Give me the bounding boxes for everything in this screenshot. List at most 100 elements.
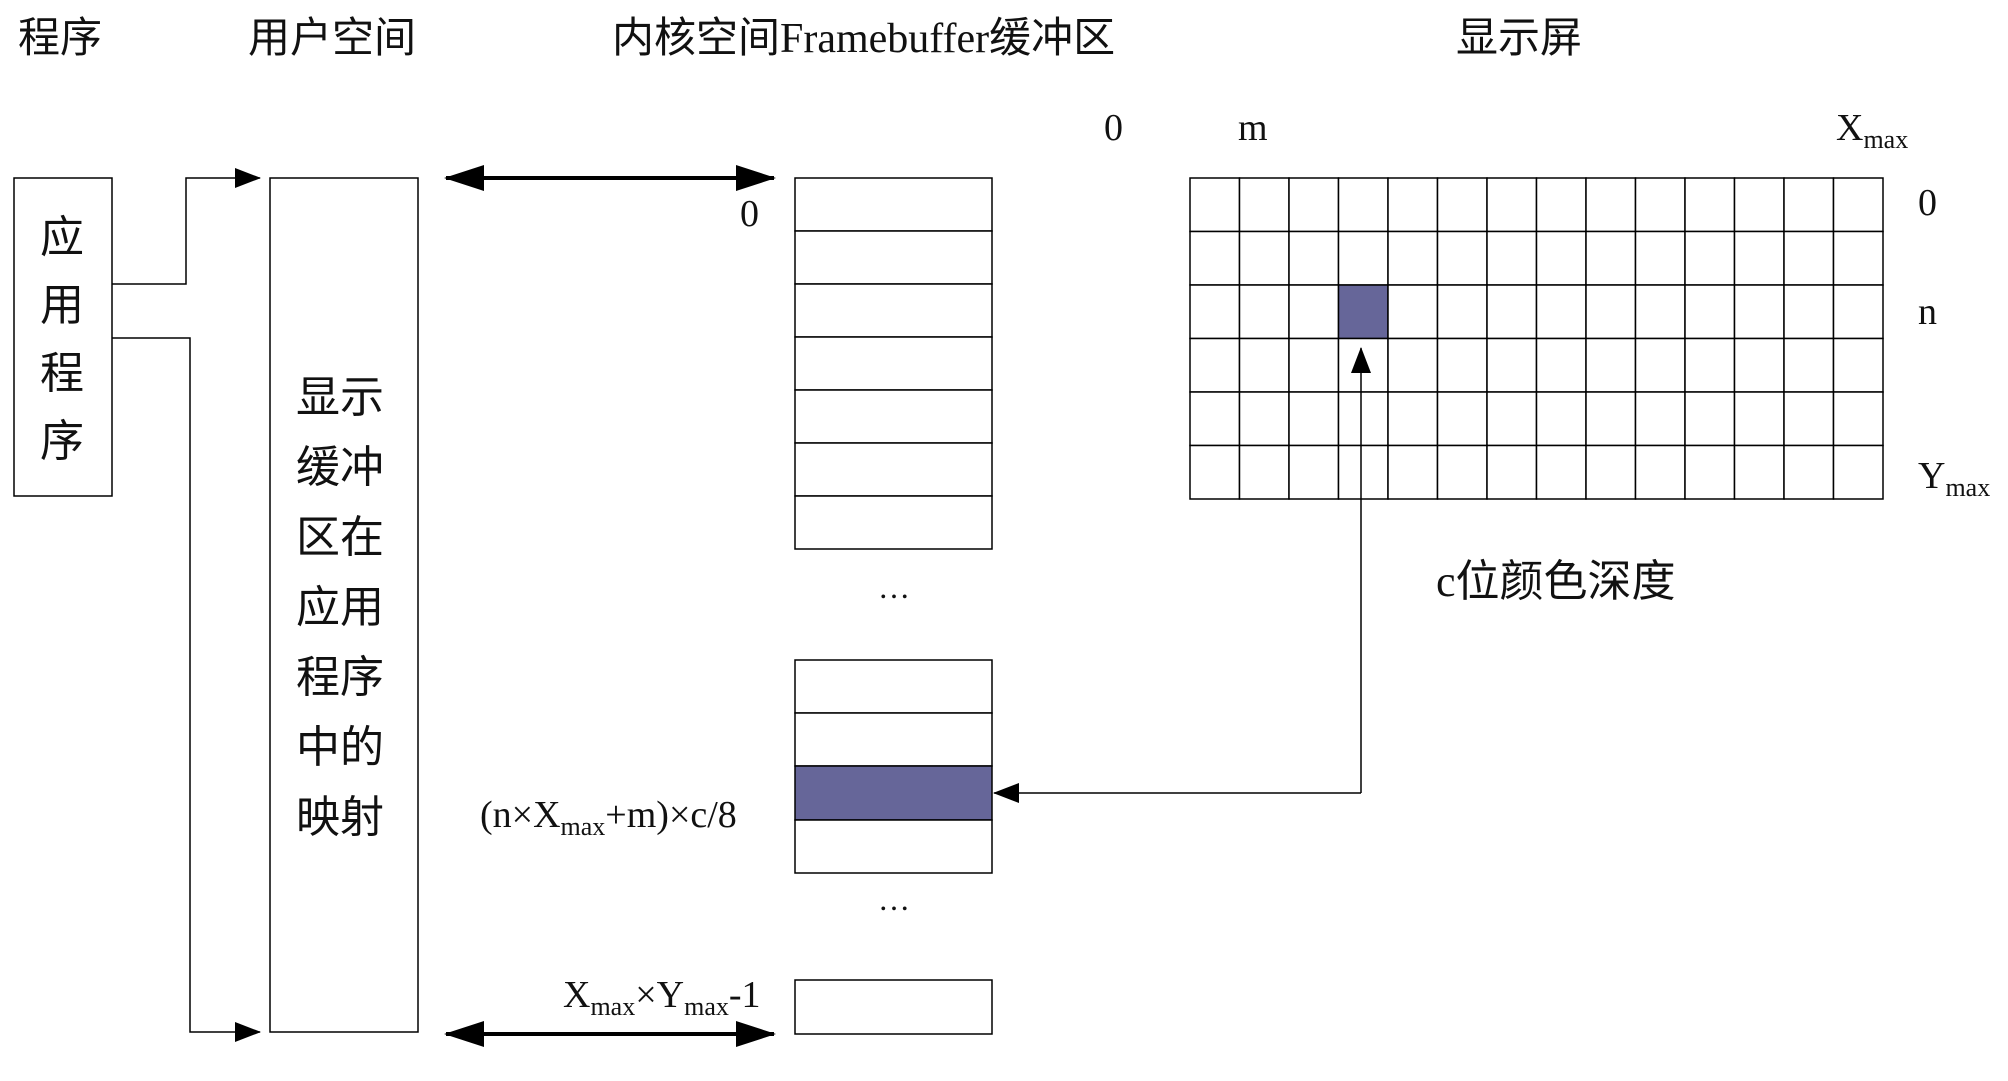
connector-top [112, 168, 261, 285]
y-axis-ymax: Ymax [1918, 455, 1990, 502]
screen-pixel [1535, 391, 1587, 447]
screen-pixel [1436, 284, 1488, 340]
screen-pixel [1535, 337, 1587, 393]
mapping-line-1: 显示 [296, 373, 384, 422]
connector-bottom [112, 337, 261, 1042]
buffer-cell [794, 230, 993, 285]
screen-pixel [1733, 444, 1785, 500]
screen-pixel [1733, 177, 1785, 233]
header-kernel-space: 内核空间Framebuffer缓冲区 [612, 15, 1115, 62]
mapping-line-5: 程序 [296, 653, 384, 702]
screen-pixel [1387, 444, 1439, 500]
buffer-cell [794, 495, 993, 550]
app-char-1: 应 [40, 213, 84, 262]
buffer-top-block [794, 177, 993, 550]
screen-pixel [1783, 284, 1835, 340]
screen-pixel [1387, 284, 1439, 340]
screen-pixel [1436, 444, 1488, 500]
screen-pixel [1783, 230, 1835, 286]
screen-pixel [1436, 391, 1488, 447]
screen-pixel [1288, 337, 1340, 393]
screen-pixel [1486, 284, 1538, 340]
screen-pixel [1783, 337, 1835, 393]
buffer-cell [794, 442, 993, 497]
screen-pixel [1337, 337, 1389, 393]
buffer-middle-block [794, 659, 993, 874]
screen-pixel [1832, 444, 1884, 500]
screen-pixel [1832, 391, 1884, 447]
screen-pixel [1238, 284, 1290, 340]
screen-pixel [1733, 284, 1785, 340]
screen-pixel [1387, 177, 1439, 233]
mapping-line-2: 缓冲 [296, 443, 384, 492]
screen-pixel [1189, 177, 1241, 233]
y-axis-n: n [1918, 291, 1937, 333]
screen-pixel [1238, 177, 1290, 233]
screen-pixel [1288, 230, 1340, 286]
screen-pixel [1288, 177, 1340, 233]
screen-pixel [1486, 337, 1538, 393]
screen-pixel [1436, 337, 1488, 393]
screen-pixel-highlight [1337, 284, 1389, 340]
screen-grid [1189, 177, 1884, 500]
screen-pixel [1783, 177, 1835, 233]
screen-pixel [1832, 337, 1884, 393]
app-char-4: 序 [40, 417, 84, 466]
screen-pixel [1634, 337, 1686, 393]
screen-pixel [1783, 444, 1835, 500]
screen-pixel [1535, 230, 1587, 286]
header-user-space: 用户空间 [248, 15, 416, 62]
screen-pixel [1585, 337, 1637, 393]
screen-pixel [1189, 391, 1241, 447]
screen-pixel [1634, 230, 1686, 286]
screen-pixel [1684, 177, 1736, 233]
mapping-line-4: 应用 [296, 583, 384, 632]
framebuffer-diagram: 程序 用户空间 内核空间Framebuffer缓冲区 显示屏 应 用 程 序 显… [13, 15, 1990, 1047]
screen-pixel [1486, 230, 1538, 286]
mapping-line-6: 中的 [296, 723, 384, 772]
y-axis-zero: 0 [1918, 182, 1937, 224]
screen-pixel [1733, 337, 1785, 393]
screen-pixel [1684, 230, 1736, 286]
buffer-index-zero: 0 [740, 193, 759, 235]
screen-pixel [1337, 444, 1389, 500]
screen-pixel [1634, 391, 1686, 447]
screen-pixel [1189, 284, 1241, 340]
buffer-cell [794, 177, 993, 232]
buffer-ellipsis-1: … [878, 569, 910, 605]
x-axis-m: m [1238, 107, 1268, 149]
screen-pixel [1337, 391, 1389, 447]
screen-pixel [1585, 177, 1637, 233]
screen-pixel [1189, 444, 1241, 500]
screen-pixel [1288, 284, 1340, 340]
screen-pixel [1832, 284, 1884, 340]
screen-pixel [1238, 230, 1290, 286]
screen-pixel [1189, 337, 1241, 393]
app-char-2: 用 [40, 281, 84, 330]
screen-pixel [1684, 391, 1736, 447]
buffer-cell [794, 659, 993, 714]
screen-pixel [1238, 391, 1290, 447]
screen-pixel [1634, 444, 1686, 500]
screen-pixel [1189, 230, 1241, 286]
offset-label: (n×Xmax+m)×c/8 [480, 794, 737, 841]
screen-pixel [1387, 230, 1439, 286]
screen-pixel [1535, 177, 1587, 233]
screen-pixel [1585, 391, 1637, 447]
buffer-cell [794, 712, 993, 767]
screen-pixel [1733, 230, 1785, 286]
screen-pixel [1733, 391, 1785, 447]
screen-pixel [1486, 177, 1538, 233]
buffer-cell [794, 389, 993, 444]
screen-pixel [1684, 337, 1736, 393]
screen-pixel [1634, 177, 1686, 233]
screen-pixel [1486, 391, 1538, 447]
buffer-ellipsis-2: … [878, 881, 910, 917]
mapping-line-3: 区在 [296, 513, 384, 562]
screen-pixel [1684, 284, 1736, 340]
buffer-cell-highlight [794, 765, 993, 821]
screen-pixel [1684, 444, 1736, 500]
screen-pixel [1486, 444, 1538, 500]
header-program: 程序 [18, 16, 102, 62]
mapping-line-7: 映射 [296, 793, 384, 842]
